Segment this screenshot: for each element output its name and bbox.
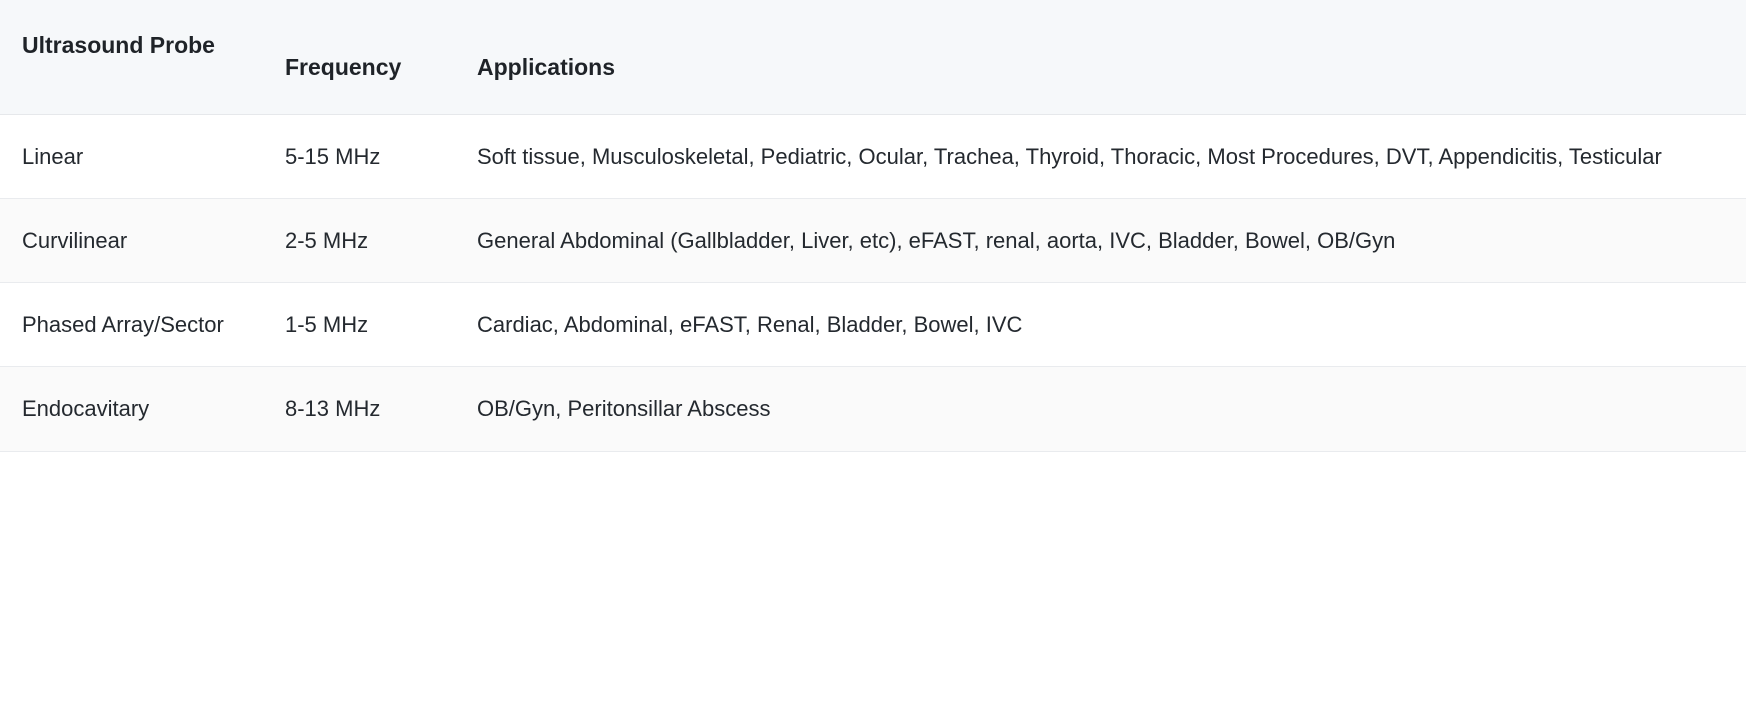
cell-probe: Endocavitary [0, 366, 285, 452]
table-row: Linear 5-15 MHz Soft tissue, Musculoskel… [0, 114, 1746, 199]
cell-frequency: 2-5 MHz [285, 198, 477, 284]
column-header-frequency: Frequency [285, 0, 477, 115]
column-header-probe: Ultrasound Probe [0, 0, 285, 115]
cell-frequency: 1-5 MHz [285, 282, 477, 368]
table-row: Phased Array/Sector 1-5 MHz Cardiac, Abd… [0, 282, 1746, 368]
cell-frequency: 8-13 MHz [285, 366, 477, 452]
table-header-row: Ultrasound Probe Frequency Applications [0, 0, 1746, 115]
cell-frequency: 5-15 MHz [285, 114, 477, 199]
cell-probe: Phased Array/Sector [0, 282, 285, 368]
cell-applications: Cardiac, Abdominal, eFAST, Renal, Bladde… [477, 282, 1746, 368]
table-row: Endocavitary 8-13 MHz OB/Gyn, Peritonsil… [0, 366, 1746, 452]
column-header-applications: Applications [477, 0, 1746, 115]
ultrasound-probe-table: Ultrasound Probe Frequency Applications … [0, 0, 1746, 452]
cell-applications: Soft tissue, Musculoskeletal, Pediatric,… [477, 114, 1746, 199]
cell-probe: Curvilinear [0, 198, 285, 284]
table-body: Linear 5-15 MHz Soft tissue, Musculoskel… [0, 114, 1746, 452]
cell-applications: OB/Gyn, Peritonsillar Abscess [477, 366, 1746, 452]
table-row: Curvilinear 2-5 MHz General Abdominal (G… [0, 198, 1746, 284]
cell-probe: Linear [0, 114, 285, 199]
table-header: Ultrasound Probe Frequency Applications [0, 0, 1746, 115]
cell-applications: General Abdominal (Gallbladder, Liver, e… [477, 198, 1746, 284]
